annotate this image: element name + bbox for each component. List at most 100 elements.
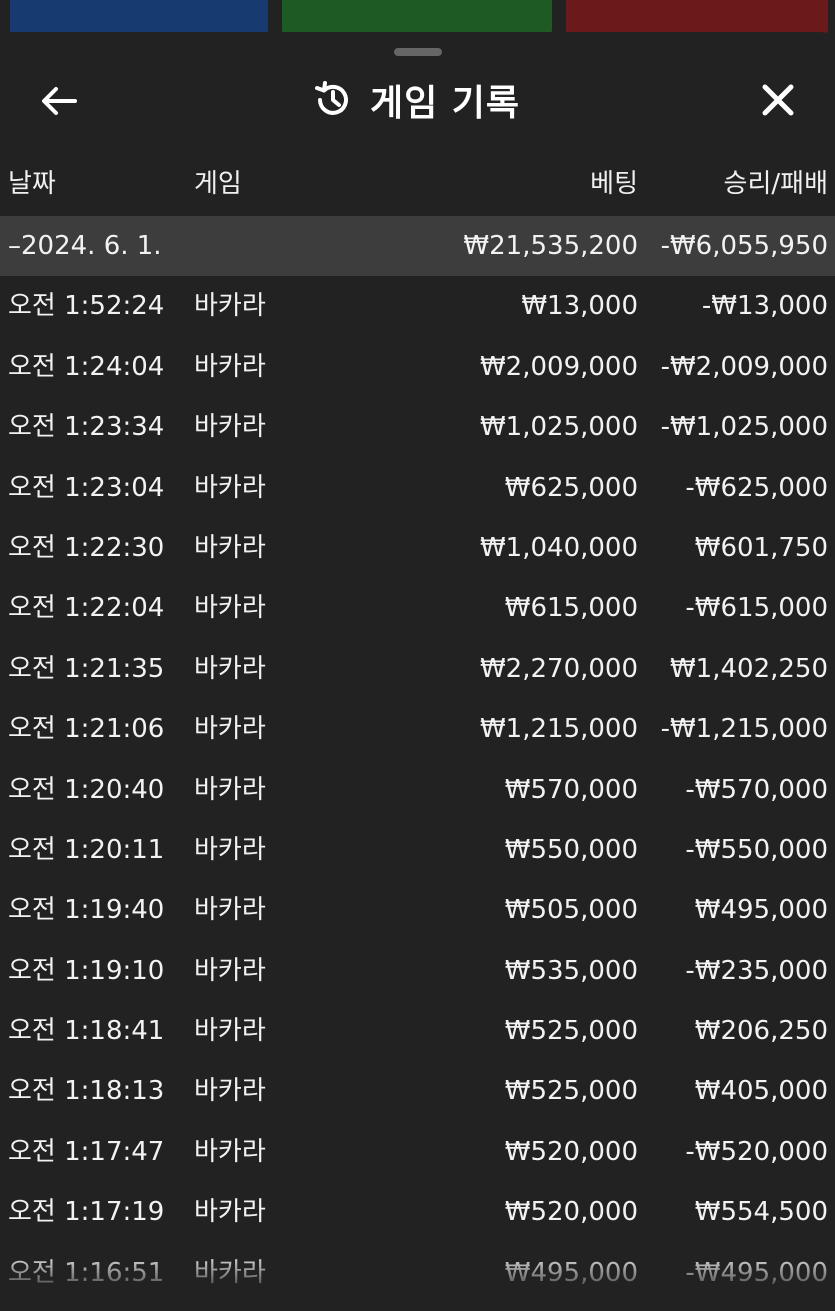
row-game: 바카라 — [194, 593, 266, 624]
row-game: 바카라 — [194, 1197, 266, 1228]
row-result: -₩495,000 — [685, 1257, 828, 1288]
summary-date: –2024. 6. 1. — [8, 231, 162, 261]
summary-bet-total: ₩21,535,200 — [463, 231, 638, 261]
row-game: 바카라 — [194, 351, 266, 382]
table-row[interactable]: 오전 1:19:40 바카라 ₩505,000 ₩495,000 — [0, 880, 835, 940]
row-game: 바카라 — [194, 1076, 266, 1107]
row-result: -₩520,000 — [685, 1136, 828, 1167]
background-tie-tab — [282, 0, 552, 34]
row-game: 바카라 — [194, 291, 266, 322]
row-result: ₩405,000 — [694, 1076, 828, 1107]
row-time: 오전 1:19:10 — [8, 955, 165, 986]
table-row[interactable]: 오전 1:23:04 바카라 ₩625,000 -₩625,000 — [0, 458, 835, 518]
row-result: -₩615,000 — [685, 593, 828, 624]
row-game: 바카라 — [194, 895, 266, 926]
row-result: ₩206,250 — [694, 1016, 828, 1047]
table-row[interactable]: 오전 1:22:04 바카라 ₩615,000 -₩615,000 — [0, 578, 835, 638]
row-result: -₩1,215,000 — [660, 714, 828, 745]
table-row[interactable]: 오전 1:16:51 바카라 ₩495,000 -₩495,000 — [0, 1243, 835, 1303]
row-bet: ₩495,000 — [504, 1257, 638, 1288]
row-game: 바카라 — [194, 412, 266, 443]
column-header-game: 게임 — [194, 169, 242, 199]
row-bet: ₩505,000 — [504, 895, 638, 926]
row-time: 오전 1:22:04 — [8, 593, 165, 624]
background-banker-tab — [566, 0, 828, 34]
row-result: -₩625,000 — [685, 472, 828, 503]
sheet-header: 게임 기록 — [0, 64, 835, 136]
row-result: -₩1,025,000 — [660, 412, 828, 443]
row-bet: ₩525,000 — [504, 1016, 638, 1047]
page-title-text: 게임 기록 — [370, 83, 521, 124]
row-time: 오전 1:52:24 — [8, 291, 165, 322]
row-result: ₩601,750 — [694, 532, 828, 563]
table-row[interactable]: 오전 1:24:04 바카라 ₩2,009,000 -₩2,009,000 — [0, 337, 835, 397]
row-bet: ₩2,009,000 — [479, 351, 638, 382]
row-time: 오전 1:23:34 — [8, 412, 165, 443]
row-result: -₩2,009,000 — [660, 351, 828, 382]
row-bet: ₩535,000 — [504, 955, 638, 986]
row-bet: ₩2,270,000 — [479, 653, 638, 684]
table-row[interactable]: 오전 1:21:35 바카라 ₩2,270,000 ₩1,402,250 — [0, 639, 835, 699]
row-time: 오전 1:20:40 — [8, 774, 165, 805]
summary-result-total: -₩6,055,950 — [660, 231, 828, 261]
table-row[interactable]: 오전 1:22:30 바카라 ₩1,040,000 ₩601,750 — [0, 518, 835, 578]
row-time: 오전 1:24:04 — [8, 351, 165, 382]
row-time: 오전 1:16:51 — [8, 1257, 165, 1288]
row-result: ₩495,000 — [694, 895, 828, 926]
table-row[interactable]: 오전 1:21:06 바카라 ₩1,215,000 -₩1,215,000 — [0, 699, 835, 759]
table-row[interactable]: 오전 1:20:40 바카라 ₩570,000 -₩570,000 — [0, 760, 835, 820]
row-game: 바카라 — [194, 1257, 266, 1288]
table-row[interactable]: 오전 1:19:10 바카라 ₩535,000 -₩235,000 — [0, 941, 835, 1001]
game-history-sheet: 게임 기록 날짜 게임 베팅 승리/패배 –2024. 6. 1. ₩21,53… — [0, 32, 835, 1311]
table-row[interactable]: 오전 1:23:34 바카라 ₩1,025,000 -₩1,025,000 — [0, 397, 835, 457]
row-bet: ₩1,040,000 — [479, 532, 638, 563]
row-game: 바카라 — [194, 532, 266, 563]
table-row[interactable]: 오전 1:18:41 바카라 ₩525,000 ₩206,250 — [0, 1001, 835, 1061]
row-time: 오전 1:19:40 — [8, 895, 165, 926]
row-result: -₩13,000 — [701, 291, 828, 322]
table-row[interactable]: 오전 1:17:47 바카라 ₩520,000 -₩520,000 — [0, 1122, 835, 1182]
row-time: 오전 1:21:35 — [8, 653, 165, 684]
row-game: 바카라 — [194, 653, 266, 684]
row-bet: ₩1,215,000 — [479, 714, 638, 745]
table-row[interactable]: 오전 1:20:11 바카라 ₩550,000 -₩550,000 — [0, 820, 835, 880]
sheet-drag-handle[interactable] — [394, 48, 442, 56]
row-bet: ₩550,000 — [504, 834, 638, 865]
row-time: 오전 1:22:30 — [8, 532, 165, 563]
row-time: 오전 1:21:06 — [8, 714, 165, 745]
arrow-left-icon — [42, 87, 77, 115]
row-bet: ₩570,000 — [504, 774, 638, 805]
table-row[interactable]: 오전 1:17:19 바카라 ₩520,000 ₩554,500 — [0, 1182, 835, 1242]
row-time: 오전 1:23:04 — [8, 472, 165, 503]
row-result: ₩554,500 — [694, 1197, 828, 1228]
column-header-bet: 베팅 — [590, 169, 638, 199]
row-bet: ₩520,000 — [504, 1136, 638, 1167]
page-title: 게임 기록 — [312, 74, 520, 126]
row-time: 오전 1:17:47 — [8, 1136, 165, 1167]
row-time: 오전 1:18:13 — [8, 1076, 165, 1107]
row-result: -₩550,000 — [685, 834, 828, 865]
row-game: 바카라 — [194, 1016, 266, 1047]
row-bet: ₩520,000 — [504, 1197, 638, 1228]
row-bet: ₩625,000 — [504, 472, 638, 503]
row-time: 오전 1:17:19 — [8, 1197, 165, 1228]
history-icon — [315, 81, 348, 115]
close-icon — [762, 84, 794, 116]
row-time: 오전 1:18:41 — [8, 1016, 165, 1047]
background-player-tab — [10, 0, 268, 34]
back-button[interactable] — [36, 78, 82, 124]
row-result: ₩1,402,250 — [669, 653, 828, 684]
row-time: 오전 1:20:11 — [8, 834, 165, 865]
row-game: 바카라 — [194, 774, 266, 805]
row-bet: ₩13,000 — [521, 291, 638, 322]
close-button[interactable] — [754, 76, 802, 124]
row-bet: ₩525,000 — [504, 1076, 638, 1107]
row-bet: ₩615,000 — [504, 593, 638, 624]
column-header-date: 날짜 — [8, 169, 56, 199]
row-result: -₩235,000 — [685, 955, 828, 986]
row-game: 바카라 — [194, 834, 266, 865]
table-row[interactable]: 오전 1:52:24 바카라 ₩13,000 -₩13,000 — [0, 276, 835, 336]
table-row[interactable]: 오전 1:18:13 바카라 ₩525,000 ₩405,000 — [0, 1061, 835, 1121]
row-game: 바카라 — [194, 714, 266, 745]
date-group-summary-row[interactable]: –2024. 6. 1. ₩21,535,200 -₩6,055,950 — [0, 216, 835, 277]
